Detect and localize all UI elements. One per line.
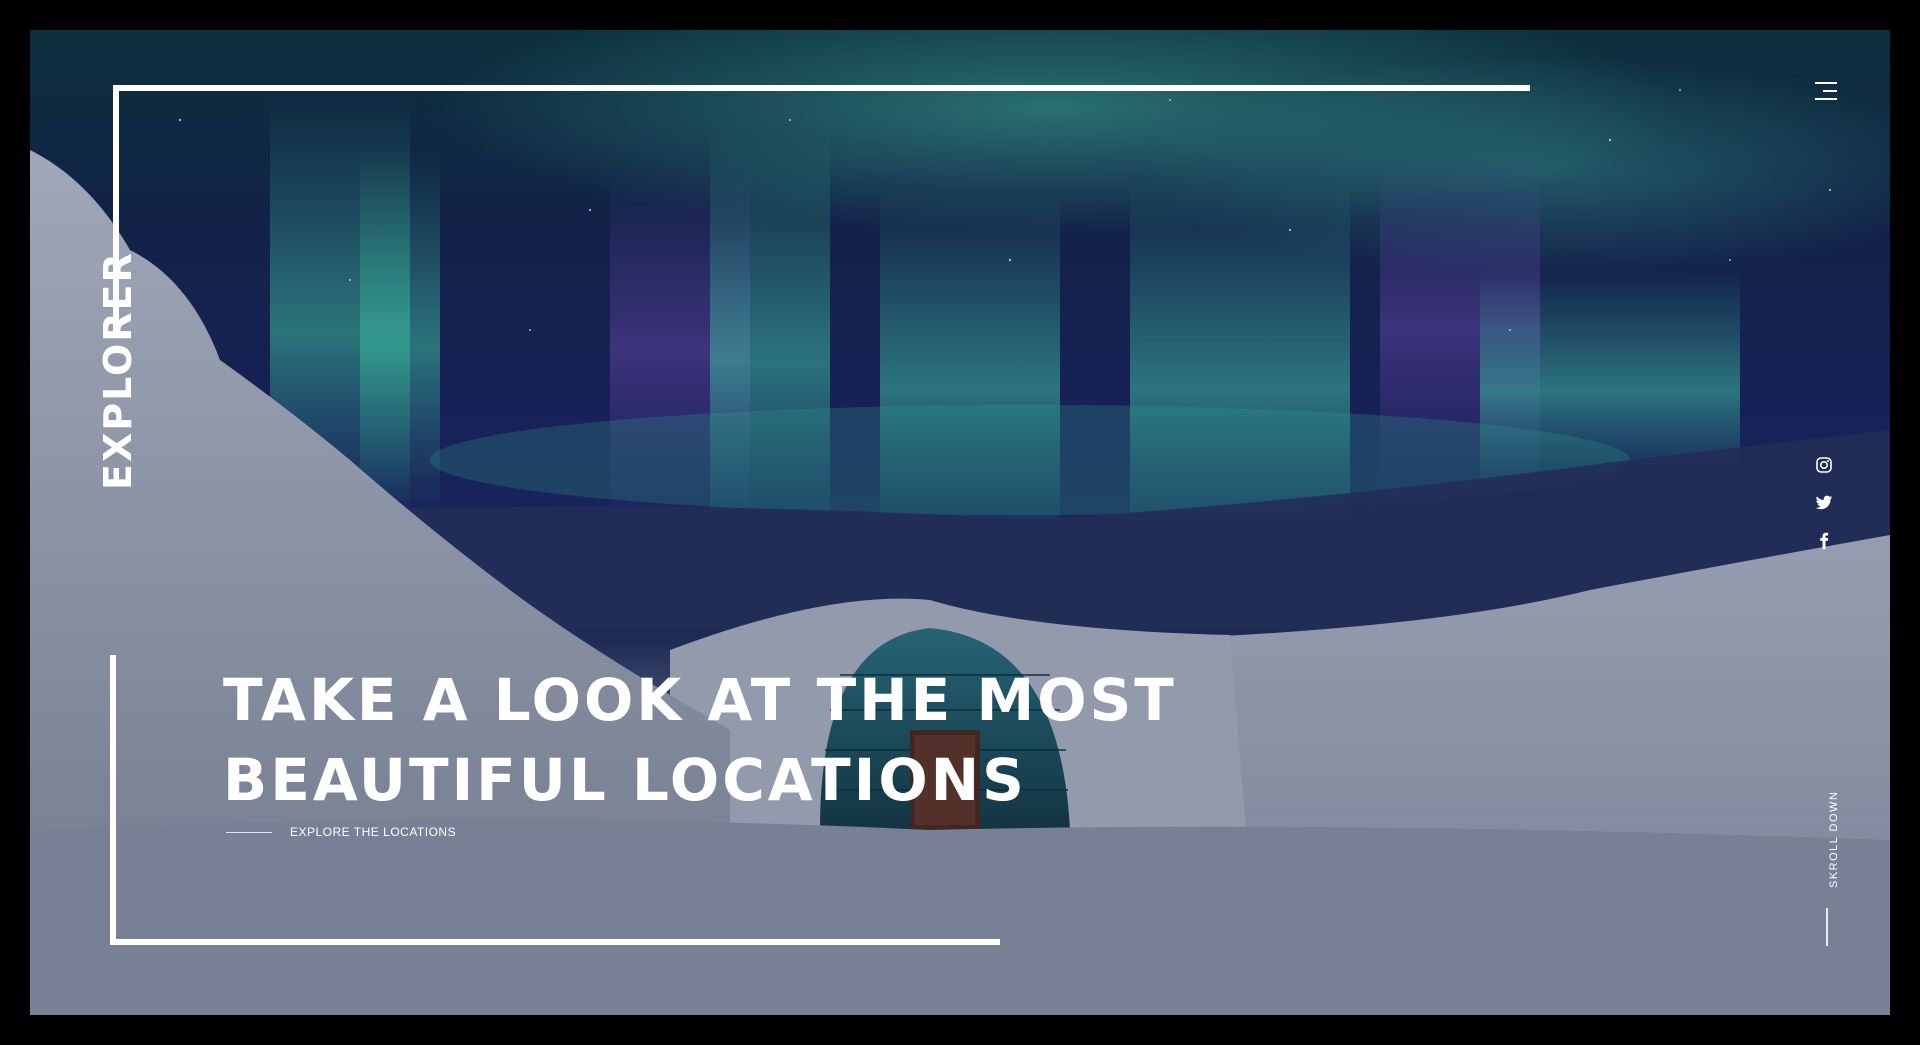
explore-link-line [226, 831, 272, 833]
page: EXPLORER TAKE A LOOK AT THE MOST BEAUTIF… [0, 0, 1920, 1045]
scroll-down-line [1826, 908, 1828, 946]
explore-locations-link[interactable]: EXPLORE THE LOCATIONS [226, 825, 456, 839]
frame-bottom-left-border [110, 655, 116, 945]
hero-background-image [30, 30, 1890, 1015]
explore-link-label: EXPLORE THE LOCATIONS [290, 825, 457, 839]
headline-line-2: BEAUTIFUL LOCATIONS [223, 746, 1027, 814]
logo[interactable]: EXPLORER [96, 251, 140, 490]
instagram-link[interactable] [1815, 456, 1837, 478]
hero-section: EXPLORER TAKE A LOOK AT THE MOST BEAUTIF… [30, 30, 1890, 1015]
frame-bottom-border [110, 939, 1000, 945]
twitter-icon [1815, 495, 1833, 510]
hamburger-icon-line [1815, 82, 1837, 84]
scroll-down-label[interactable]: SKROLL DOWN [1828, 791, 1840, 888]
headline-line-1: TAKE A LOOK AT THE MOST [223, 666, 1177, 734]
facebook-icon [1820, 532, 1829, 550]
hamburger-icon-line [1823, 90, 1837, 92]
facebook-link[interactable] [1815, 532, 1837, 554]
menu-button[interactable] [1813, 80, 1839, 104]
twitter-link[interactable] [1815, 494, 1837, 516]
frame-top-border [113, 85, 1530, 91]
hero-headline: TAKE A LOOK AT THE MOST BEAUTIFUL LOCATI… [223, 660, 1223, 820]
hamburger-icon-line [1815, 98, 1837, 100]
instagram-icon [1816, 457, 1832, 473]
